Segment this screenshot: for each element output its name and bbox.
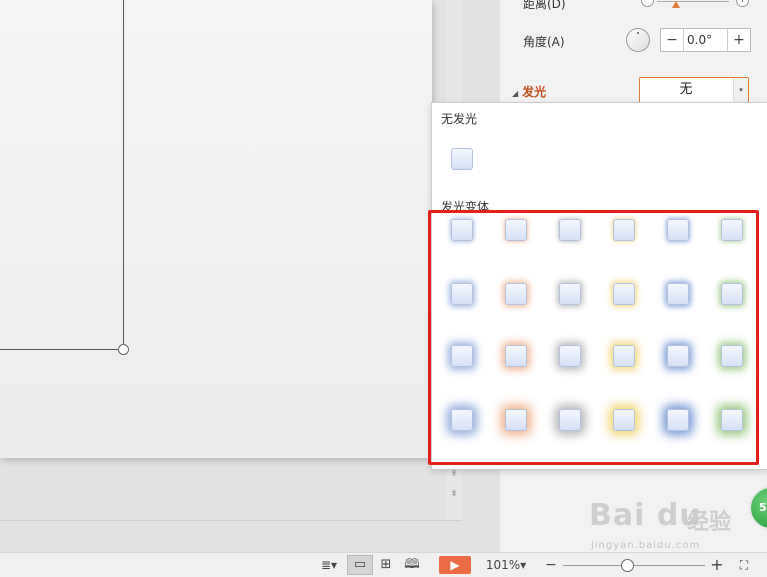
- editing-canvas: ⇞ ⇟: [0, 0, 500, 552]
- glow-variant-option[interactable]: [447, 341, 477, 371]
- glow-variant-swatch: [505, 345, 527, 367]
- zoom-level-dropdown[interactable]: 101%▾: [483, 556, 529, 574]
- zoom-out-button[interactable]: −: [545, 556, 557, 574]
- glow-variant-option[interactable]: [663, 279, 693, 309]
- glow-variant-swatch: [667, 409, 689, 431]
- angle-plus-button[interactable]: +: [727, 29, 750, 51]
- glow-variant-swatch: [721, 345, 743, 367]
- glow-variant-option[interactable]: [609, 405, 639, 435]
- zoom-slider[interactable]: [563, 559, 705, 572]
- slide[interactable]: [0, 0, 432, 458]
- glow-section-label: 发光: [522, 85, 547, 99]
- glow-variant-swatch: [505, 409, 527, 431]
- glow-variant-swatch: [559, 219, 581, 241]
- glow-variant-option[interactable]: [609, 341, 639, 371]
- glow-variant-swatch: [505, 283, 527, 305]
- slide-sorter-icon[interactable]: ⊞: [375, 556, 397, 574]
- glow-variant-swatch: [505, 219, 527, 241]
- no-glow-heading: 无发光: [441, 112, 478, 126]
- distance-slider-thumb[interactable]: [672, 1, 680, 8]
- chevron-down-icon[interactable]: ▾: [733, 78, 748, 102]
- fit-window-icon[interactable]: ⛶: [735, 556, 753, 574]
- glow-variant-swatch: [721, 283, 743, 305]
- glow-variant-swatch: [451, 283, 473, 305]
- play-slideshow-button[interactable]: ▶: [439, 556, 471, 574]
- glow-dropdown-value: 无: [679, 82, 693, 97]
- glow-variant-swatch: [667, 219, 689, 241]
- angle-spinner[interactable]: − 0.0° +: [660, 28, 751, 52]
- glow-variants-heading: 发光变体: [441, 200, 490, 214]
- glow-variant-swatch: [559, 345, 581, 367]
- glow-variant-swatch: [613, 219, 635, 241]
- angle-label: 角度(A): [523, 35, 565, 49]
- notes-divider: [0, 520, 462, 521]
- distance-slider-track[interactable]: [657, 1, 729, 8]
- status-bar: ≣▾ ▭ ⊞ 🕮 ▶ 101%▾ − + ⛶: [0, 552, 767, 577]
- distance-label: 距离(D): [523, 0, 566, 11]
- glow-variant-swatch: [559, 409, 581, 431]
- selected-shape-right-edge[interactable]: [123, 0, 124, 350]
- distance-slider[interactable]: − +: [641, 0, 749, 10]
- glow-variant-swatch: [721, 219, 743, 241]
- glow-variant-option[interactable]: [501, 215, 531, 245]
- glow-variant-option[interactable]: [717, 405, 747, 435]
- glow-gallery-popup: 无发光 发光变体: [431, 102, 767, 470]
- glow-variant-option[interactable]: [555, 405, 585, 435]
- glow-variant-option[interactable]: [717, 341, 747, 371]
- glow-section-header[interactable]: ◢ 发光: [512, 83, 546, 100]
- glow-variant-option[interactable]: [447, 405, 477, 435]
- glow-variant-swatch: [667, 345, 689, 367]
- selected-shape-bottom-edge[interactable]: [0, 349, 124, 350]
- glow-variant-swatch: [667, 283, 689, 305]
- notes-menu-icon[interactable]: ≣▾: [316, 556, 342, 574]
- angle-input[interactable]: 0.0°: [684, 29, 727, 51]
- distance-minus-button[interactable]: −: [641, 0, 654, 7]
- glow-variant-swatch: [559, 283, 581, 305]
- normal-view-icon[interactable]: ▭: [347, 555, 373, 575]
- resize-handle[interactable]: [118, 344, 129, 355]
- glow-variant-swatch: [613, 283, 635, 305]
- zoom-slider-thumb[interactable]: [620, 559, 634, 572]
- no-glow-swatch: [451, 148, 473, 170]
- glow-variant-swatch: [451, 219, 473, 241]
- glow-variant-option[interactable]: [501, 341, 531, 371]
- glow-variant-swatch: [613, 409, 635, 431]
- glow-variant-option[interactable]: [555, 215, 585, 245]
- reading-view-icon[interactable]: 🕮: [401, 556, 423, 574]
- distance-plus-button[interactable]: +: [736, 0, 749, 7]
- glow-variant-swatch: [451, 345, 473, 367]
- glow-variant-option[interactable]: [663, 341, 693, 371]
- glow-variant-swatch: [451, 409, 473, 431]
- angle-minus-button[interactable]: −: [661, 29, 684, 51]
- glow-variant-option[interactable]: [717, 215, 747, 245]
- angle-dial-icon[interactable]: [626, 28, 650, 52]
- glow-variant-option[interactable]: [555, 341, 585, 371]
- glow-variant-swatch: [721, 409, 743, 431]
- glow-variant-option[interactable]: [501, 279, 531, 309]
- glow-variant-swatch: [613, 345, 635, 367]
- glow-variant-option[interactable]: [447, 279, 477, 309]
- next-slide-icon[interactable]: ⇟: [446, 486, 462, 502]
- glow-variant-option[interactable]: [717, 279, 747, 309]
- collapse-caret-icon: ◢: [512, 89, 519, 98]
- zoom-in-button[interactable]: +: [710, 556, 724, 574]
- glow-variant-option[interactable]: [555, 279, 585, 309]
- glow-variant-option[interactable]: [609, 279, 639, 309]
- glow-variant-option[interactable]: [447, 215, 477, 245]
- glow-variant-option[interactable]: [663, 405, 693, 435]
- glow-variant-option[interactable]: [663, 215, 693, 245]
- glow-variants-grid: [432, 219, 767, 469]
- glow-variant-option[interactable]: [609, 215, 639, 245]
- glow-dropdown[interactable]: 无 ▾: [639, 77, 749, 103]
- no-glow-option[interactable]: [451, 148, 473, 170]
- glow-variant-option[interactable]: [501, 405, 531, 435]
